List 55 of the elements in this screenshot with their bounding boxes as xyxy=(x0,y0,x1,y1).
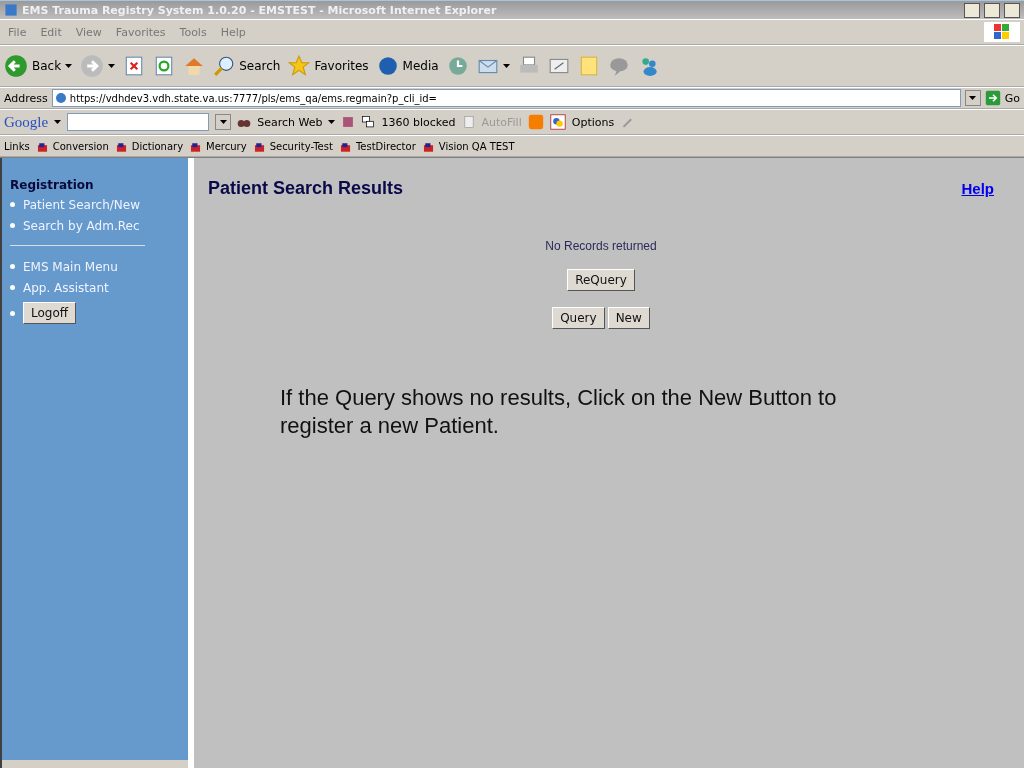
instruction-text: If the Query shows no results, Click on the New Button to register a new Patient. xyxy=(280,384,838,440)
address-field[interactable]: https://vdhdev3.vdh.state.va.us:7777/pls/ems_qa/ems.regmain?p_cli_id= xyxy=(51,89,961,107)
maximize-button[interactable] xyxy=(984,2,1000,18)
caret-icon[interactable] xyxy=(969,96,977,100)
popup-icon[interactable] xyxy=(361,115,376,129)
globe-icon[interactable] xyxy=(376,55,399,77)
search-web-label[interactable]: Search Web xyxy=(257,115,323,129)
bullet-icon xyxy=(10,202,15,207)
link-item[interactable]: Dictionary xyxy=(131,140,184,152)
google-logo[interactable]: Google xyxy=(4,113,49,131)
back-icon[interactable] xyxy=(4,54,28,78)
toolbar-label[interactable]: Search xyxy=(239,59,281,73)
star-icon[interactable] xyxy=(288,55,311,77)
toolbar-label[interactable]: Favorites xyxy=(314,59,369,73)
sidebar-heading: Registration xyxy=(10,178,95,192)
help-link[interactable]: Help xyxy=(961,180,994,197)
links-label: Links xyxy=(4,140,30,152)
page-icon xyxy=(54,92,67,104)
link-item[interactable]: TestDirector xyxy=(355,140,416,152)
close-button[interactable] xyxy=(1004,2,1020,18)
caret-icon[interactable] xyxy=(219,120,227,124)
blocked-count[interactable]: 1360 blocked xyxy=(381,115,456,129)
history-icon[interactable] xyxy=(446,55,469,77)
link-item[interactable]: Security-Test xyxy=(269,140,333,152)
options-icon[interactable] xyxy=(549,114,566,130)
go-label[interactable]: Go xyxy=(1004,91,1020,105)
bullet-icon xyxy=(10,223,15,228)
link-item[interactable]: Mercury xyxy=(206,140,247,152)
bullet-icon xyxy=(10,285,15,290)
dropdown-button[interactable] xyxy=(215,114,232,130)
search-field[interactable] xyxy=(67,113,210,131)
windows-logo-icon xyxy=(984,22,1020,42)
minimize-button[interactable] xyxy=(964,2,980,18)
bullet-icon xyxy=(10,264,15,269)
action-button[interactable]: New xyxy=(607,307,650,329)
caret-icon[interactable] xyxy=(108,64,116,68)
toolbar-label[interactable]: Back xyxy=(32,59,62,73)
toolbar-label[interactable]: Media xyxy=(402,59,439,73)
status-message: No Records returned xyxy=(545,239,657,253)
dropdown-button[interactable] xyxy=(964,90,981,106)
requery-button[interactable]: ReQuery xyxy=(567,269,635,291)
search-icon[interactable] xyxy=(213,55,236,77)
action-button[interactable]: Query xyxy=(552,307,605,329)
caret-icon[interactable] xyxy=(328,120,336,124)
page-title: Patient Search Results xyxy=(208,178,404,199)
link-item[interactable]: Vision QA TEST xyxy=(438,140,515,152)
bullet-icon xyxy=(10,310,15,316)
caret-icon[interactable] xyxy=(54,120,62,124)
link-item[interactable]: Conversion xyxy=(52,140,109,152)
options-label[interactable]: Options xyxy=(571,115,615,129)
logoff-button[interactable]: Logoff xyxy=(23,302,77,324)
caret-icon[interactable] xyxy=(502,64,510,68)
caret-icon[interactable] xyxy=(65,64,73,68)
window-title: EMS Trauma Registry System 1.0.20 - EMSTEST - Microsoft Internet Explorer xyxy=(22,3,498,17)
address-label: Address xyxy=(4,91,48,105)
